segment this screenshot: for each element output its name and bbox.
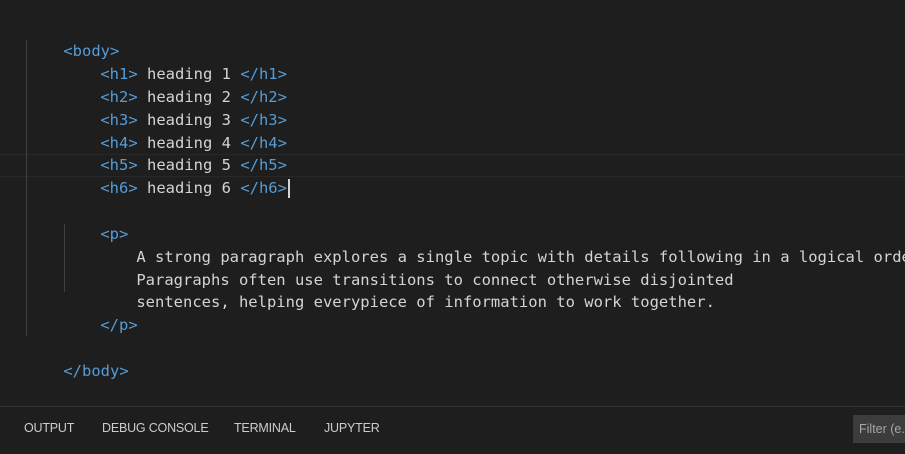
- bottom-panel: OUTPUT DEBUG CONSOLE TERMINAL JUPYTER Fi…: [0, 406, 905, 454]
- filter-input[interactable]: Filter (e.g. text, !exclude): [853, 415, 905, 443]
- tag-h6-close: </h6>: [240, 179, 287, 197]
- code-line-11: Paragraphs often use transitions to conn…: [99, 246, 733, 289]
- code-line-15: </body>: [26, 337, 128, 380]
- code-line-6: <h5> heading 5 </h5>: [63, 131, 287, 174]
- code-line-2: <h1> heading 1 </h1>: [63, 40, 287, 83]
- paragraph-line-3: sentences, helping everypiece of informa…: [136, 293, 715, 311]
- tag-body-close: </body>: [63, 362, 129, 380]
- tab-output[interactable]: OUTPUT: [24, 421, 74, 435]
- text-cursor: [287, 179, 290, 198]
- code-line-9: <p>: [63, 200, 128, 243]
- code-line-12: sentences, helping everypiece of informa…: [99, 268, 715, 311]
- code-line-10: A strong paragraph explores a single top…: [99, 223, 905, 266]
- code-line-13: </p>: [63, 291, 137, 334]
- heading-6-text: heading 6: [137, 179, 241, 197]
- tab-jupyter[interactable]: JUPYTER: [324, 421, 380, 435]
- code-editor[interactable]: <body> <h1> heading 1 </h1> <h2> heading…: [0, 0, 905, 407]
- code-line-3: <h2> heading 2 </h2>: [63, 63, 287, 106]
- code-line-7: <h6> heading 6 </h6>: [63, 154, 290, 198]
- code-line-4: <h3> heading 3 </h3>: [63, 86, 287, 129]
- code-line-1: <body>: [26, 17, 119, 60]
- tag-p-close: </p>: [100, 316, 138, 334]
- tab-debug-console[interactable]: DEBUG CONSOLE: [102, 421, 209, 435]
- code-line-5: <h4> heading 4 </h4>: [63, 109, 287, 152]
- tag-h6-open: <h6>: [100, 179, 138, 197]
- tab-terminal[interactable]: TERMINAL: [234, 421, 296, 435]
